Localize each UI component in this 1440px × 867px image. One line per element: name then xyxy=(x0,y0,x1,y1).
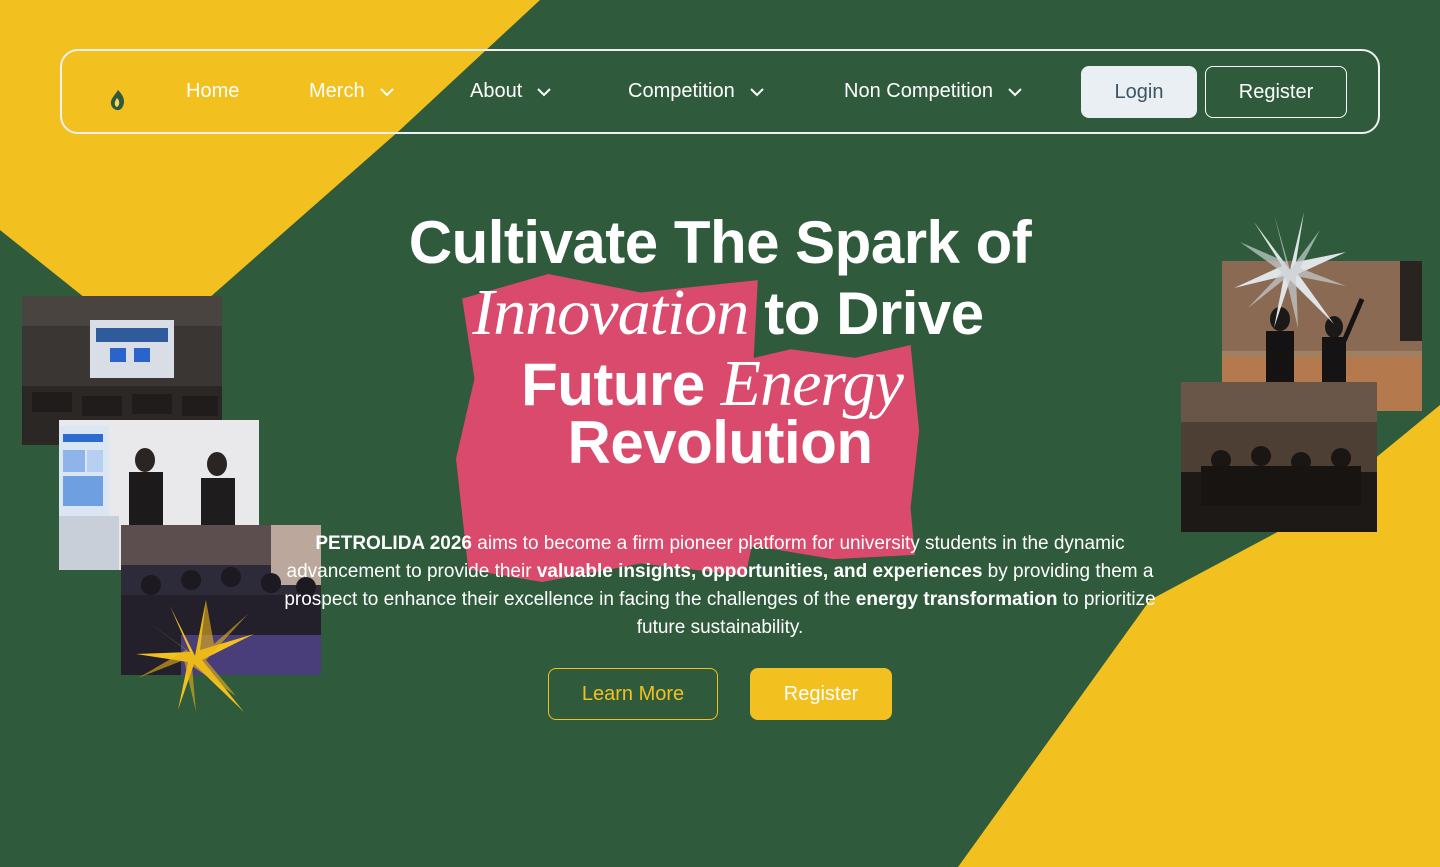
nav-item-label: Competition xyxy=(628,80,735,102)
nav-item-non-competition[interactable]: Non Competition xyxy=(844,51,1023,132)
nav-item-label: Home xyxy=(186,80,240,102)
tag-text: Innovation xyxy=(472,276,749,349)
navbar: Home Merch About Competition Non Competi… xyxy=(60,49,1380,134)
nav-item-about[interactable]: About xyxy=(470,51,552,132)
headline-line-1: Cultivate The Spark of xyxy=(408,209,1032,276)
nav-item-home[interactable]: Home xyxy=(186,51,239,132)
chevron-down-icon xyxy=(379,87,394,96)
register-hero-button[interactable]: Register xyxy=(750,668,892,720)
nav-item-label: About xyxy=(470,80,523,102)
white-star-icon xyxy=(1234,212,1346,328)
learn-more-button[interactable]: Learn More xyxy=(548,668,718,720)
yellow-star-icon xyxy=(136,600,254,712)
nav-item-competition[interactable]: Competition xyxy=(628,51,765,132)
desc-brand: PETROLIDA 2026 xyxy=(315,533,472,554)
flame-drop-logo-icon[interactable] xyxy=(98,68,138,118)
chevron-down-icon xyxy=(537,87,551,96)
chevron-down-icon xyxy=(1008,87,1022,96)
tag-text: Energy xyxy=(720,347,904,420)
headline-line-2: Innovation to Drive xyxy=(300,274,1140,582)
hero-description: PETROLIDA 2026 aims to become a firm pio… xyxy=(280,530,1160,642)
register-nav-button[interactable]: Register xyxy=(1205,66,1347,118)
chevron-down-icon xyxy=(750,87,764,96)
login-button[interactable]: Login xyxy=(1081,66,1197,118)
nav-item-merch[interactable]: Merch xyxy=(309,51,395,132)
innovation-tag: Innovation xyxy=(456,274,765,582)
nav-item-label: Non Competition xyxy=(844,80,993,102)
nav-item-label: Merch xyxy=(309,80,365,102)
group-photo-right xyxy=(1181,382,1377,532)
energy-tag: Energy xyxy=(704,345,919,560)
hero-headline: Cultivate The Spark of Innovation to Dri… xyxy=(300,208,1140,582)
desc-highlight: valuable insights, opportunities, and ex… xyxy=(536,561,983,582)
headline-line-2-rest: to Drive xyxy=(764,280,984,347)
desc-highlight: energy transformation xyxy=(855,589,1058,610)
